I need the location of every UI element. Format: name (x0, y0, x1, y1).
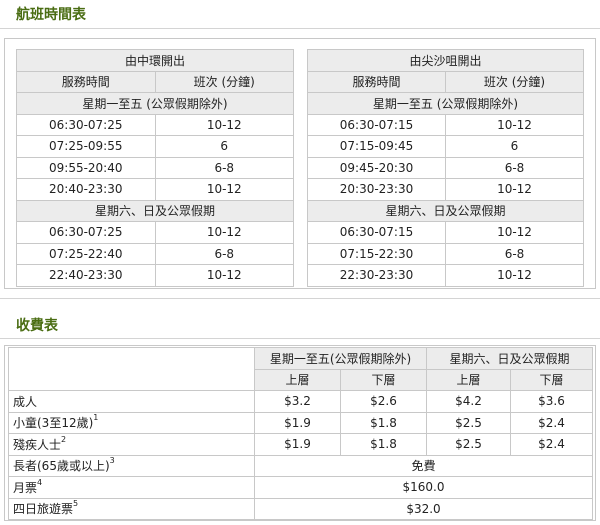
central-heading: 由中環開出 (16, 49, 294, 72)
fare-title: 收費表 (16, 318, 58, 334)
divider (0, 338, 600, 339)
lower-deck-header: 下層 (340, 368, 427, 391)
table-row: 20:40-23:30 10-12 (16, 178, 294, 201)
divider (0, 28, 600, 29)
central-schedule-table: 由中環開出 服務時間 班次 (分鐘) 星期一至五 (公眾假期除外) 06:30-… (16, 49, 294, 287)
fare-label: 四日旅遊票5 (8, 497, 255, 520)
weekday-heading: 星期一至五 (公眾假期除外) (16, 92, 294, 115)
fare-weekend-heading: 星期六、日及公眾假期 (425, 347, 594, 370)
col-freq-header: 班次 (分鐘) (154, 70, 294, 93)
table-row: 20:30-23:30 10-12 (307, 178, 584, 201)
table-row: 07:15-09:45 6 (307, 135, 584, 158)
divider (0, 298, 600, 299)
weekend-heading: 星期六、日及公眾假期 (307, 199, 584, 222)
weekend-heading: 星期六、日及公眾假期 (16, 199, 294, 222)
upper-deck-header: 上層 (426, 368, 511, 391)
lower-deck-header: 下層 (509, 368, 594, 391)
table-row: 07:15-22:30 6-8 (307, 242, 584, 265)
tst-schedule-table: 由尖沙咀開出 服務時間 班次 (分鐘) 星期一至五 (公眾假期除外) 06:30… (307, 49, 584, 287)
fare-label: 成人 (8, 390, 255, 413)
table-row: 四日旅遊票5 $32.0 (8, 497, 594, 520)
col-time-header: 服務時間 (16, 70, 156, 93)
table-row: 07:25-09:55 6 (16, 135, 294, 158)
table-row: 長者(65歲或以上)3 免費 (8, 454, 594, 477)
table-row: 06:30-07:25 10-12 (16, 113, 294, 136)
table-row: 09:55-20:40 6-8 (16, 156, 294, 179)
table-row: 殘疾人士2 $1.9 $1.8 $2.5 $2.4 (8, 433, 594, 456)
table-row: 06:30-07:15 10-12 (307, 113, 584, 136)
fare-weekday-heading: 星期一至五(公眾假期除外) (254, 347, 427, 370)
col-freq-header: 班次 (分鐘) (445, 70, 584, 93)
weekday-heading: 星期一至五 (公眾假期除外) (307, 92, 584, 115)
schedule-title: 航班時間表 (16, 7, 86, 23)
upper-deck-header: 上層 (254, 368, 341, 391)
table-row: 09:45-20:30 6-8 (307, 156, 584, 179)
table-row: 22:30-23:30 10-12 (307, 264, 584, 287)
fare-table: 星期一至五(公眾假期除外) 星期六、日及公眾假期 上層 下層 上層 下層 成人 … (8, 347, 594, 520)
fare-corner-cell (8, 347, 255, 391)
fare-label: 月票4 (8, 476, 255, 499)
table-row: 06:30-07:25 10-12 (16, 221, 294, 244)
fare-label: 小童(3至12歲)1 (8, 411, 255, 434)
table-row: 22:40-23:30 10-12 (16, 264, 294, 287)
tst-heading: 由尖沙咀開出 (307, 49, 584, 72)
fare-label: 長者(65歲或以上)3 (8, 454, 255, 477)
table-row: 06:30-07:15 10-12 (307, 221, 584, 244)
table-row: 07:25-22:40 6-8 (16, 242, 294, 265)
table-row: 小童(3至12歲)1 $1.9 $1.8 $2.5 $2.4 (8, 411, 594, 434)
fare-label: 殘疾人士2 (8, 433, 255, 456)
table-row: 月票4 $160.0 (8, 476, 594, 499)
table-row: 成人 $3.2 $2.6 $4.2 $3.6 (8, 390, 594, 413)
col-time-header: 服務時間 (307, 70, 446, 93)
